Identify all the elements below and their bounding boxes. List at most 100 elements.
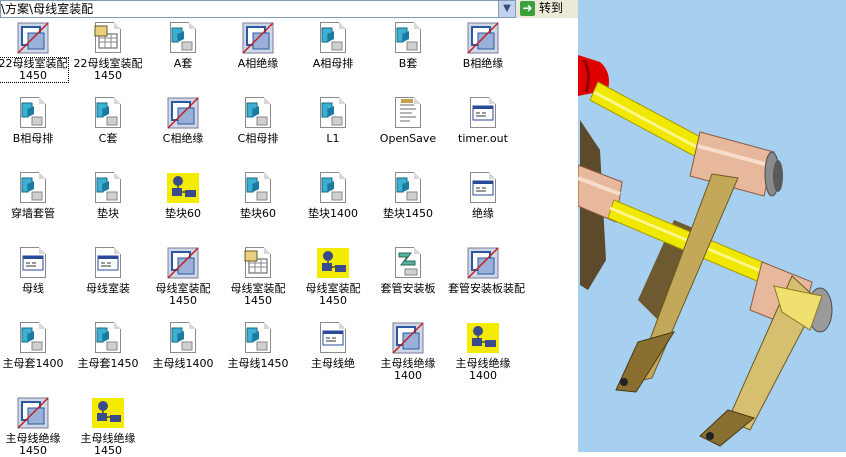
file-item[interactable]: 垫块1400 bbox=[298, 172, 368, 220]
text-file-icon bbox=[391, 97, 425, 129]
file-item[interactable]: 主母线绝缘1450 bbox=[0, 397, 68, 457]
file-item[interactable]: 母线室装配1450 bbox=[148, 247, 218, 307]
file-item-label: 主母线1400 bbox=[152, 357, 214, 370]
file-item-label: timer.out bbox=[458, 132, 508, 145]
file-item-label: OpenSave bbox=[379, 132, 437, 145]
part-icon bbox=[16, 97, 50, 129]
file-item[interactable]: A相母排 bbox=[298, 22, 368, 70]
file-item[interactable]: B相母排 bbox=[0, 97, 68, 145]
file-item[interactable]: A相绝缘 bbox=[223, 22, 293, 70]
file-item[interactable]: C相母排 bbox=[223, 97, 293, 145]
address-input[interactable]: \方案\母线室装配 bbox=[0, 0, 499, 18]
file-item-label: C套 bbox=[98, 132, 118, 145]
part-icon bbox=[16, 322, 50, 354]
file-item-label: 母线室装配1450 bbox=[305, 282, 361, 307]
file-item-label: A相母排 bbox=[312, 57, 354, 70]
file-item[interactable]: 套管安装板 bbox=[373, 247, 443, 295]
file-item-label: 主母线绝缘1400 bbox=[380, 357, 436, 382]
top-busbar bbox=[589, 81, 707, 159]
file-item-label: 垫块60 bbox=[165, 207, 201, 220]
file-item-label: B相母排 bbox=[12, 132, 54, 145]
file-item-label: L1 bbox=[326, 132, 340, 145]
part-icon bbox=[241, 97, 275, 129]
file-item[interactable]: 垫块60 bbox=[223, 172, 293, 220]
file-item-label: 绝缘 bbox=[472, 207, 494, 220]
3d-model-viewport[interactable] bbox=[578, 0, 846, 452]
window-file-icon bbox=[91, 247, 125, 279]
part-icon bbox=[16, 172, 50, 204]
part-icon bbox=[241, 172, 275, 204]
file-item[interactable]: 套管安装板装配 bbox=[448, 247, 525, 295]
file-item-label: 主母线绝缘1450 bbox=[80, 432, 136, 457]
assembly-icon bbox=[166, 97, 200, 129]
part-icon bbox=[91, 172, 125, 204]
file-item[interactable]: C套 bbox=[73, 97, 143, 145]
part-icon bbox=[91, 322, 125, 354]
file-item[interactable]: 主母套1400 bbox=[0, 322, 68, 370]
file-item[interactable]: timer.out bbox=[448, 97, 518, 145]
yellow-assembly-icon bbox=[466, 322, 500, 354]
file-item[interactable]: 垫块 bbox=[73, 172, 143, 220]
file-item[interactable]: L1 bbox=[298, 97, 368, 145]
yellow-assembly-icon bbox=[166, 172, 200, 204]
file-item[interactable]: 主母线绝 bbox=[298, 322, 368, 370]
assembly-icon bbox=[466, 247, 500, 279]
file-item[interactable]: 母线 bbox=[0, 247, 68, 295]
file-item[interactable]: 主母线绝缘1400 bbox=[373, 322, 443, 382]
file-item[interactable]: 穿墙套管 bbox=[0, 172, 68, 220]
file-item[interactable]: 主母线1400 bbox=[148, 322, 218, 370]
file-item-label: 垫块60 bbox=[240, 207, 276, 220]
file-item[interactable]: B相绝缘 bbox=[448, 22, 518, 70]
file-item[interactable]: A套 bbox=[148, 22, 218, 70]
drawing-icon bbox=[91, 22, 125, 54]
file-item-label: B相绝缘 bbox=[462, 57, 504, 70]
address-dropdown-button[interactable]: ▼ bbox=[498, 0, 516, 18]
file-item[interactable]: OpenSave bbox=[373, 97, 443, 145]
window-file-icon bbox=[16, 247, 50, 279]
window-file-icon bbox=[466, 97, 500, 129]
file-item[interactable]: 22母线室装配1450 bbox=[73, 22, 143, 82]
file-item[interactable]: 22母线室装配1450 bbox=[0, 22, 69, 83]
file-item[interactable]: 母线室装 bbox=[73, 247, 143, 295]
file-item-label: 母线 bbox=[22, 282, 44, 295]
window-file-icon bbox=[466, 172, 500, 204]
part-icon bbox=[316, 97, 350, 129]
file-item-label: 主母线1450 bbox=[227, 357, 289, 370]
assembly-icon bbox=[241, 22, 275, 54]
go-arrow-icon: ➜ bbox=[520, 1, 535, 16]
file-item[interactable]: 主母线1450 bbox=[223, 322, 293, 370]
file-item[interactable]: 垫块1450 bbox=[373, 172, 443, 220]
file-item[interactable]: 主母套1450 bbox=[73, 322, 143, 370]
file-item[interactable]: 母线室装配1450 bbox=[223, 247, 293, 307]
file-item-label: 垫块1400 bbox=[308, 207, 358, 220]
file-item[interactable]: B套 bbox=[373, 22, 443, 70]
file-icon-view[interactable]: 22母线室装配1450 22母线室装配1450 A套 A相绝缘 A相母排 B套 B相绝缘 B相… bbox=[0, 18, 578, 457]
file-item[interactable]: 主母线绝缘1400 bbox=[448, 322, 518, 382]
file-item-label: 主母线绝 bbox=[311, 357, 355, 370]
file-item-label: 主母套1400 bbox=[2, 357, 64, 370]
file-item-label: 垫块 bbox=[97, 207, 119, 220]
file-item[interactable]: 母线室装配1450 bbox=[298, 247, 368, 307]
file-item[interactable]: 主母线绝缘1450 bbox=[73, 397, 143, 457]
busbar-assembly-render bbox=[578, 55, 833, 447]
part-icon bbox=[241, 322, 275, 354]
file-item-label: 母线室装配1450 bbox=[230, 282, 286, 307]
part-icon bbox=[166, 322, 200, 354]
part-icon bbox=[91, 97, 125, 129]
file-item[interactable]: 垫块60 bbox=[148, 172, 218, 220]
part-icon bbox=[316, 22, 350, 54]
part-icon bbox=[316, 172, 350, 204]
file-item-label: 22母线室装配1450 bbox=[73, 57, 143, 82]
chevron-down-icon: ▼ bbox=[503, 3, 511, 14]
middle-bracket bbox=[615, 173, 739, 393]
file-item-label: A套 bbox=[173, 57, 193, 70]
file-item[interactable]: 绝缘 bbox=[448, 172, 518, 220]
drawing-icon bbox=[241, 247, 275, 279]
file-item[interactable]: C相绝缘 bbox=[148, 97, 218, 145]
file-item-label: 母线室装 bbox=[86, 282, 130, 295]
file-item-label: 套管安装板装配 bbox=[448, 282, 525, 295]
file-item-label: 垫块1450 bbox=[383, 207, 433, 220]
file-item-label: A相绝缘 bbox=[237, 57, 279, 70]
go-button[interactable]: ➜ 转到 bbox=[520, 0, 576, 17]
yellow-assembly-icon bbox=[316, 247, 350, 279]
